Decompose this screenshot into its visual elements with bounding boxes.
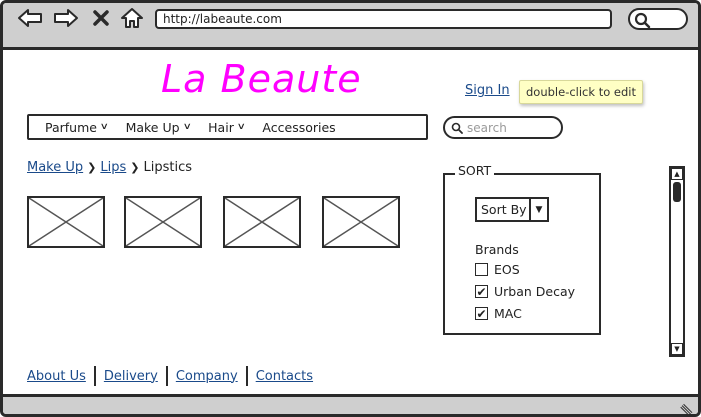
breadcrumb-lips[interactable]: Lips [100, 160, 126, 175]
brand-option-mac[interactable]: ✔ MAC [475, 306, 522, 321]
chevron-right-icon: ❯ [130, 161, 140, 174]
checkbox-checked-icon[interactable]: ✔ [475, 307, 488, 320]
menu-item-label: Hair [208, 119, 234, 135]
site-search-input[interactable]: search [443, 116, 563, 139]
menu-item-label: Make Up [125, 119, 180, 135]
chevron-right-icon: ❯ [87, 161, 97, 174]
product-image-placeholder[interactable] [124, 196, 202, 248]
checkbox-checked-icon[interactable]: ✔ [475, 285, 488, 298]
home-icon[interactable] [119, 7, 145, 29]
product-image-placeholder[interactable] [322, 196, 400, 248]
brand-label: EOS [494, 262, 520, 277]
breadcrumb: Make Up ❯ Lips ❯ Lipstics [27, 160, 192, 175]
search-icon [451, 122, 463, 134]
browser-search-field[interactable] [628, 8, 688, 30]
divider [245, 366, 248, 386]
chevron-down-icon[interactable]: ▼ [529, 199, 547, 220]
footer-links: About Us Delivery Company Contacts [27, 366, 313, 386]
status-bar: ||| [3, 394, 698, 414]
browser-window: http://labeaute.com La Beaute Sign In do… [0, 0, 701, 417]
close-icon[interactable] [91, 7, 111, 29]
edit-tooltip: double-click to edit [519, 80, 643, 104]
menu-item-label: Parfume [45, 119, 97, 135]
divider [165, 366, 168, 386]
footer-link-company[interactable]: Company [176, 369, 238, 384]
brand-option-eos[interactable]: EOS [475, 262, 520, 277]
brand-label: MAC [494, 306, 522, 321]
menu-item-accessories[interactable]: Accessories [262, 120, 335, 135]
vertical-scrollbar[interactable]: ▲ ▼ [669, 166, 685, 357]
resize-grip-icon[interactable]: ||| [678, 403, 692, 414]
scroll-down-icon[interactable]: ▼ [671, 343, 683, 355]
scroll-up-icon[interactable]: ▲ [671, 168, 683, 180]
sign-in-link[interactable]: Sign In [465, 83, 510, 98]
address-bar[interactable]: http://labeaute.com [155, 9, 612, 29]
brands-title: Brands [475, 242, 519, 257]
menu-item-hair[interactable]: Hair ∨ [208, 119, 246, 135]
chevron-down-icon: ∨ [236, 122, 246, 132]
site-logo[interactable]: La Beaute [161, 57, 362, 101]
chevron-down-icon: ∨ [99, 122, 109, 132]
product-image-placeholder[interactable] [27, 196, 105, 248]
search-icon [634, 12, 651, 29]
chevron-down-icon: ∨ [182, 122, 192, 132]
breadcrumb-make-up[interactable]: Make Up [27, 160, 83, 175]
search-placeholder: search [467, 120, 507, 135]
divider [93, 366, 96, 386]
brand-option-urban-decay[interactable]: ✔ Urban Decay [475, 284, 575, 299]
browser-toolbar: http://labeaute.com [3, 3, 698, 50]
footer-link-about-us[interactable]: About Us [27, 369, 86, 384]
menu-item-parfume[interactable]: Parfume ∨ [45, 119, 109, 135]
product-image-placeholder[interactable] [223, 196, 301, 248]
main-menu: Parfume ∨ Make Up ∨ Hair ∨ Accessories [27, 114, 428, 140]
menu-item-label: Accessories [262, 119, 336, 135]
footer-link-delivery[interactable]: Delivery [104, 369, 158, 384]
scroll-thumb[interactable] [673, 182, 681, 202]
brand-checkbox[interactable] [475, 263, 488, 276]
footer-link-contacts[interactable]: Contacts [256, 369, 313, 384]
sort-by-select[interactable]: Sort By ▼ [475, 197, 549, 222]
forward-icon[interactable] [53, 7, 79, 29]
back-icon[interactable] [17, 7, 43, 29]
menu-item-make-up[interactable]: Make Up ∨ [125, 119, 192, 135]
sort-by-label: Sort By [481, 202, 527, 217]
breadcrumb-current: Lipstics [143, 160, 192, 175]
sort-legend: SORT [455, 163, 495, 178]
brand-label: Urban Decay [494, 284, 576, 299]
